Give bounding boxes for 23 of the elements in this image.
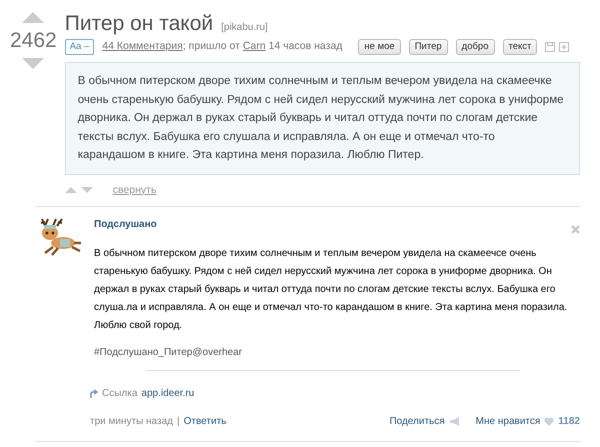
post-body: В обычном питерском дворе тихим солнечным и теплым вечером увидела на скамеечке очень старенькую бабушку. Рядом с ней сидел нерусский мужчина лет сорока в униформе дворника. Он держал в руках старый букварь и читал оттуда почти по слогам детские тексты вслух. Бабушка его слушала и исправляла. А он еще и отмечал что-то карандашом в книге. Эта картина меня поразила. Люблю Питер. xyxy=(64,62,580,175)
rating-count: 2462 xyxy=(10,28,57,54)
separator-text: | xyxy=(177,414,180,429)
tag-button[interactable]: не мое xyxy=(358,39,401,56)
reply-link[interactable]: Ответить xyxy=(184,414,226,429)
post-title[interactable]: Питер он такой xyxy=(64,12,214,36)
like-count: 1182 xyxy=(558,414,580,429)
like-link[interactable]: Мне нравится xyxy=(476,414,540,429)
link-label: Ссылка xyxy=(102,386,138,401)
post-text: В обычном питерском дворе тихим солнечным и теплым вечером увидела на скамеечсе очень старенькую бабушку. Рядом с ней сидел нерусский мужчина лет сорока в униформе дворника. Он держал в руках старый букварь и читал оттуда почти по слогам детские тексты вслух. Бабушка его слуша.ла и исправляла. А он еще и отмечал что-то карандашом в книге. Эта картина меня поразила. Люблю свой город. xyxy=(94,247,568,334)
comments-link[interactable]: 44 Комментария xyxy=(102,40,183,52)
source-label: [pikabu.ru] xyxy=(221,21,268,35)
post-meta: 44 Комментария; пришло от Carn 14 часов назад xyxy=(102,39,342,54)
author-link[interactable]: Carn xyxy=(242,40,266,52)
author-link[interactable]: Подслушано xyxy=(94,217,157,242)
source-link[interactable]: app.ideer.ru xyxy=(141,386,194,401)
tag-button[interactable]: Питер xyxy=(408,39,448,56)
share-link[interactable]: Поделиться xyxy=(389,414,445,429)
tag-button[interactable]: добро xyxy=(456,39,494,56)
font-size-button[interactable]: Aa – xyxy=(64,39,94,56)
tag-button[interactable]: текст xyxy=(502,39,538,56)
hashtag-text: #Подслушано_Питер@overhear xyxy=(94,346,243,360)
timestamp: три минуты назад xyxy=(90,414,173,429)
